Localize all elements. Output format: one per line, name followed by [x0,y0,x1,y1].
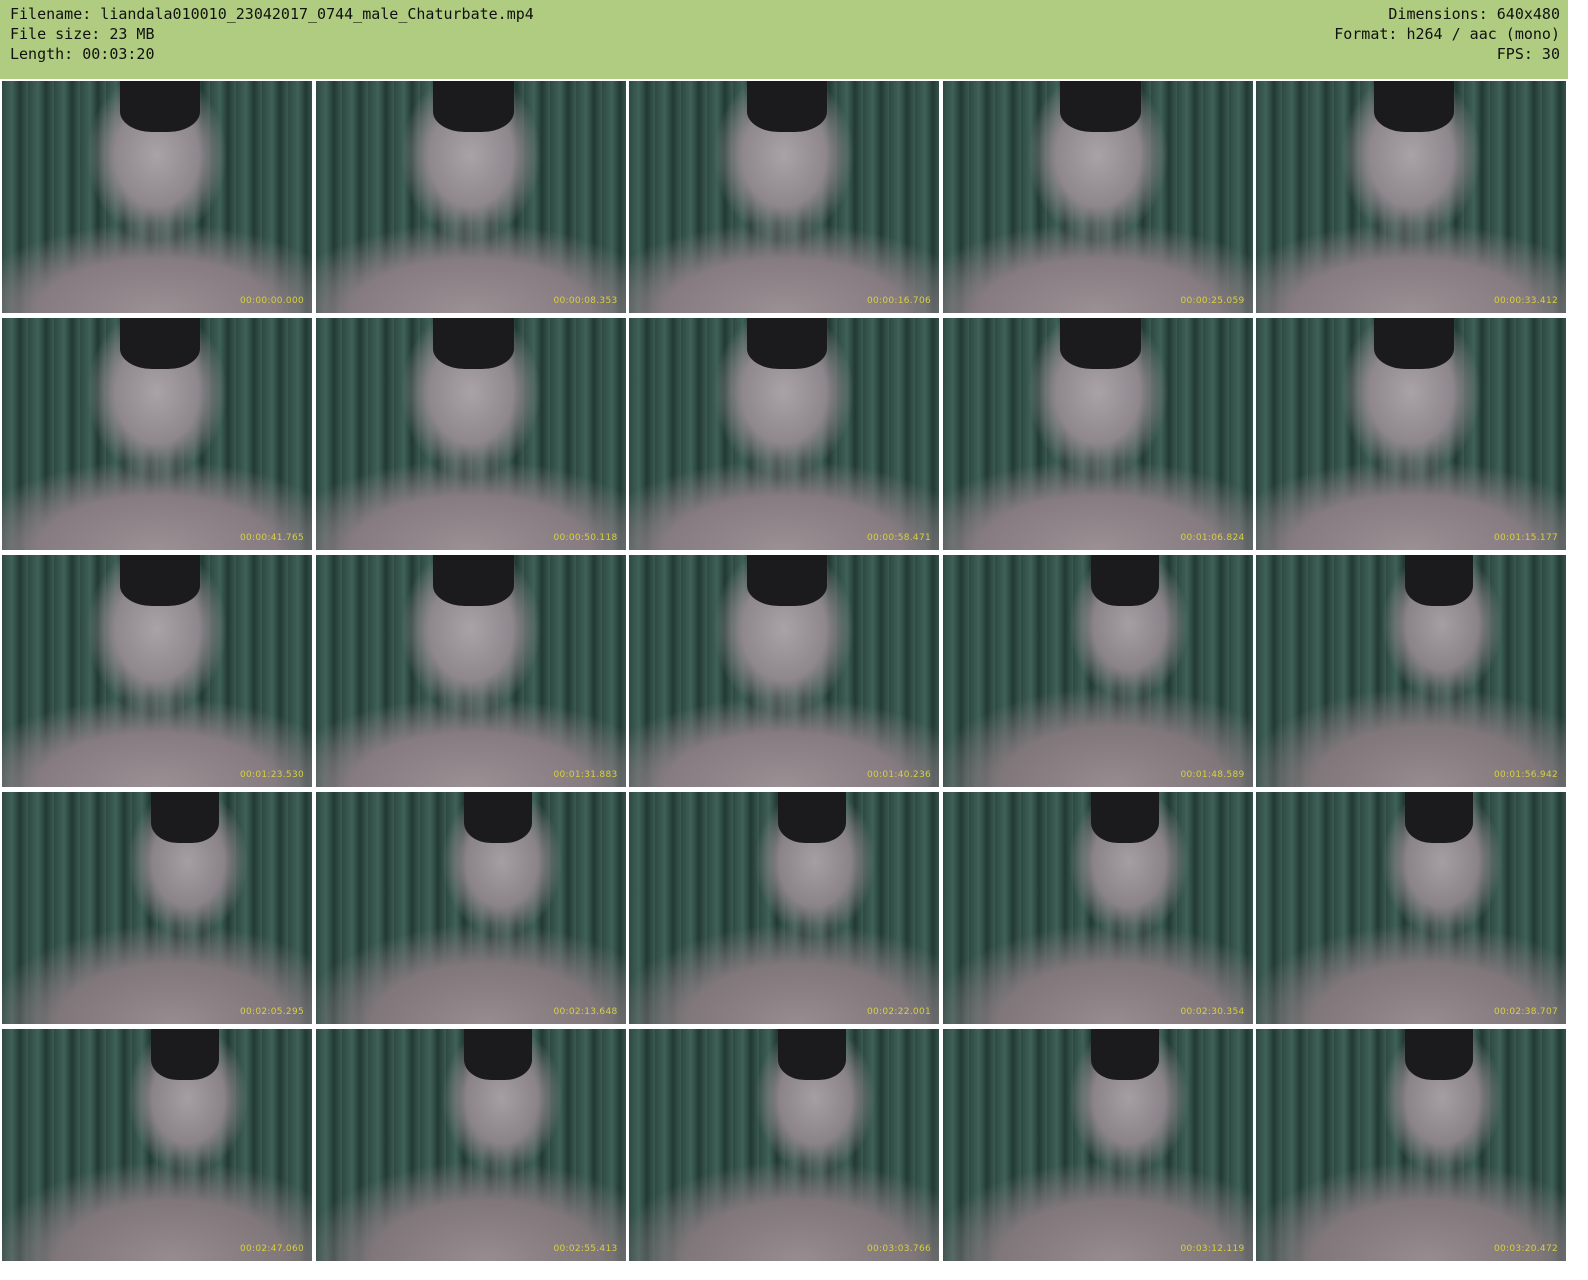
dimensions: Dimensions: 640x480 [1388,5,1560,23]
video-frame-thumbnail[interactable]: 00:01:40.236 [629,555,939,787]
video-frame-thumbnail[interactable]: 00:02:13.648 [315,792,626,1024]
video-frame-thumbnail[interactable]: 00:02:38.707 [1256,792,1566,1024]
video-frame-thumbnail[interactable]: 00:01:56.942 [1256,555,1566,787]
frame-image-placeholder [433,81,514,133]
video-frame-thumbnail[interactable]: 00:00:25.059 [942,81,1253,313]
frame-timestamp: 00:01:48.589 [1180,770,1245,780]
frame-image-placeholder [777,792,846,844]
frame-timestamp: 00:02:22.001 [866,1007,931,1017]
frame-image-placeholder [464,792,533,844]
filename: Filename: liandala010010_23042017_0744_m… [10,5,534,23]
video-frame-thumbnail[interactable]: 00:01:06.824 [942,318,1253,550]
frame-timestamp: 00:00:00.000 [239,296,304,306]
frame-timestamp: 00:00:33.412 [1493,296,1558,306]
fps: FPS: 30 [1496,45,1560,63]
frame-timestamp: 00:00:25.059 [1180,296,1245,306]
video-frame-thumbnail[interactable]: 00:02:05.295 [2,792,312,1024]
frame-image-placeholder [1404,1029,1473,1081]
frame-image-placeholder [433,318,514,370]
frame-timestamp: 00:02:47.060 [239,1244,304,1254]
frame-timestamp: 00:01:31.883 [553,770,618,780]
frame-timestamp: 00:03:12.119 [1180,1244,1245,1254]
file-size: File size: 23 MB [10,25,155,43]
frame-timestamp: 00:01:23.530 [239,770,304,780]
frame-timestamp: 00:02:38.707 [1493,1007,1558,1017]
frame-timestamp: 00:02:30.354 [1180,1007,1245,1017]
video-frame-thumbnail[interactable]: 00:03:03.766 [629,1029,939,1261]
video-frame-thumbnail[interactable]: 00:03:20.472 [1256,1029,1566,1261]
frame-timestamp: 00:02:05.295 [239,1007,304,1017]
frame-image-placeholder [1373,318,1455,370]
frame-timestamp: 00:00:41.765 [239,533,304,543]
frame-image-placeholder [1091,555,1160,607]
info-header: Filename: liandala010010_23042017_0744_m… [0,0,1568,79]
frame-timestamp: 00:03:03.766 [866,1244,931,1254]
frame-image-placeholder [746,81,828,133]
video-frame-thumbnail[interactable]: 00:02:30.354 [942,792,1253,1024]
video-frame-thumbnail[interactable]: 00:00:16.706 [629,81,939,313]
frame-image-placeholder [464,1029,533,1081]
frame-image-placeholder [1091,1029,1160,1081]
frame-timestamp: 00:03:20.472 [1493,1244,1558,1254]
frame-timestamp: 00:02:55.413 [553,1244,618,1254]
frame-image-placeholder [1373,81,1455,133]
video-frame-thumbnail[interactable]: 00:02:22.001 [629,792,939,1024]
file-info-left: Filename: liandala010010_23042017_0744_m… [10,4,534,64]
format: Format: h264 / aac (mono) [1334,25,1560,43]
video-frame-thumbnail[interactable]: 00:01:48.589 [942,555,1253,787]
frame-image-placeholder [119,555,201,607]
video-frame-thumbnail[interactable]: 00:00:00.000 [2,81,312,313]
frame-image-placeholder [150,792,219,844]
frame-timestamp: 00:02:13.648 [553,1007,618,1017]
frame-timestamp: 00:00:16.706 [866,296,931,306]
video-frame-thumbnail[interactable]: 00:00:33.412 [1256,81,1566,313]
video-frame-thumbnail[interactable]: 00:00:58.471 [629,318,939,550]
file-info-right: Dimensions: 640x480 Format: h264 / aac (… [1334,4,1560,64]
frame-image-placeholder [1091,792,1160,844]
video-frame-thumbnail[interactable]: 00:01:23.530 [2,555,312,787]
frame-timestamp: 00:01:15.177 [1493,533,1558,543]
video-frame-thumbnail[interactable]: 00:02:47.060 [2,1029,312,1261]
frame-timestamp: 00:01:40.236 [866,770,931,780]
frame-image-placeholder [777,1029,846,1081]
video-frame-thumbnail[interactable]: 00:01:31.883 [315,555,626,787]
frame-image-placeholder [746,318,828,370]
frame-timestamp: 00:01:06.824 [1180,533,1245,543]
frame-image-placeholder [1060,81,1141,133]
frame-timestamp: 00:00:58.471 [866,533,931,543]
video-frame-thumbnail[interactable]: 00:00:50.118 [315,318,626,550]
video-frame-thumbnail[interactable]: 00:00:08.353 [315,81,626,313]
frame-image-placeholder [1404,555,1473,607]
frame-image-placeholder [119,81,201,133]
frame-timestamp: 00:00:08.353 [553,296,618,306]
frame-image-placeholder [1404,792,1473,844]
frame-timestamp: 00:00:50.118 [553,533,618,543]
video-frame-thumbnail[interactable]: 00:03:12.119 [942,1029,1253,1261]
frame-image-placeholder [119,318,201,370]
frame-image-placeholder [433,555,514,607]
frame-timestamp: 00:01:56.942 [1493,770,1558,780]
video-frame-thumbnail[interactable]: 00:01:15.177 [1256,318,1566,550]
frame-image-placeholder [150,1029,219,1081]
frame-image-placeholder [1060,318,1141,370]
video-length: Length: 00:03:20 [10,45,155,63]
video-frame-thumbnail[interactable]: 00:02:55.413 [315,1029,626,1261]
video-frame-thumbnail[interactable]: 00:00:41.765 [2,318,312,550]
frame-image-placeholder [746,555,828,607]
